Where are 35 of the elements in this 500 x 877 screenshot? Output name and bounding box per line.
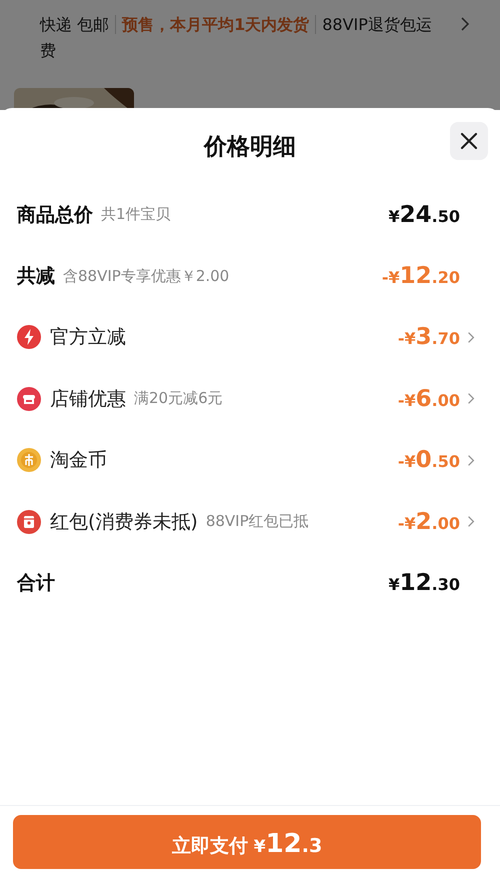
close-icon: [459, 131, 479, 151]
row-note: 88VIP红包已抵: [206, 512, 309, 532]
row-label: 店铺优惠: [50, 386, 126, 412]
chevron-icon[interactable]: [467, 515, 475, 528]
amount: -¥0.50: [398, 447, 460, 474]
chevron-icon[interactable]: [467, 454, 475, 467]
delivery-info: 费: [40, 40, 56, 62]
row-label: 合计: [17, 571, 55, 596]
chevron-icon[interactable]: [467, 330, 475, 344]
amount: -¥2.00: [398, 508, 460, 535]
coin-icon: [17, 448, 41, 472]
shop-icon: [17, 386, 41, 411]
row-note: 共1件宝贝: [101, 205, 171, 224]
chevron-icon[interactable]: [467, 392, 475, 406]
row-label: 红包(消费券未抵): [50, 510, 198, 535]
amount: -¥6.00: [398, 386, 460, 412]
delivery-info: 快递 包邮: [40, 15, 110, 34]
amount: -¥12.20: [382, 263, 460, 290]
row-label: 淘金币: [50, 448, 107, 474]
row-label: 官方立减: [50, 325, 126, 350]
row-note: 满20元减6元: [134, 389, 223, 408]
row-label: 共减: [17, 264, 55, 290]
sheet-title: 价格明细: [204, 132, 296, 162]
delivery-info: 88VIP退货包运: [315, 15, 432, 34]
delivery-info: 预售，本月平均1天内发货: [115, 15, 310, 34]
row-label: 商品总价: [17, 202, 93, 228]
pay-button[interactable]: 立即支付 ¥12.3: [13, 815, 481, 869]
amount: ¥24.50: [388, 202, 460, 228]
close-button[interactable]: [450, 122, 488, 160]
lightning-icon: [17, 325, 41, 350]
row-note: 含88VIP专享优惠￥2.00: [63, 266, 230, 286]
amount: -¥3.70: [398, 324, 460, 350]
amount: ¥12.30: [388, 570, 460, 596]
chevron-icon: [460, 16, 470, 32]
envelope-icon: [17, 510, 41, 534]
